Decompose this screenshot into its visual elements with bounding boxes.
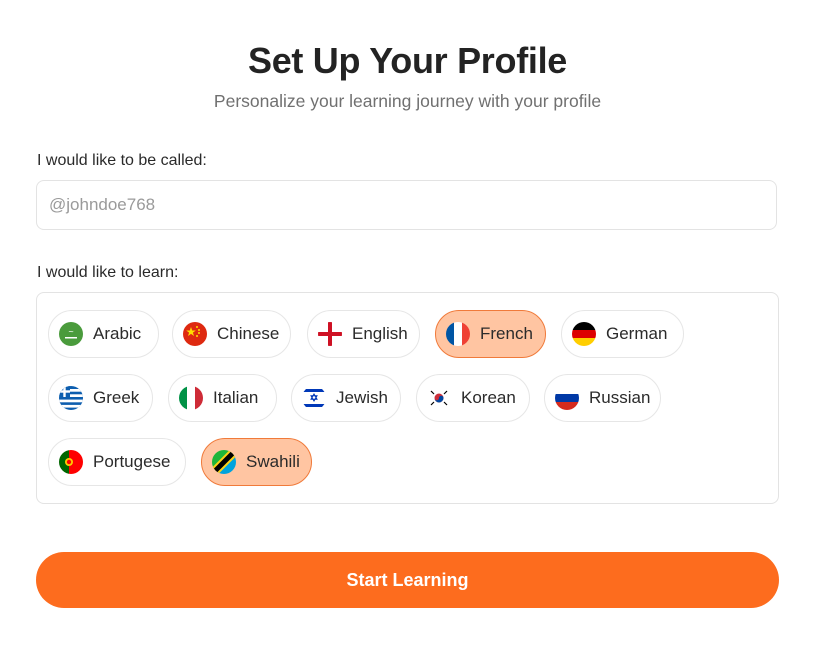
israel-flag-icon	[302, 386, 326, 410]
language-chip-russian[interactable]: Russian	[544, 374, 661, 422]
germany-flag-icon	[572, 322, 596, 346]
language-chip-italian[interactable]: Italian	[168, 374, 277, 422]
svg-text:~: ~	[68, 328, 74, 336]
language-chip-korean[interactable]: Korean	[416, 374, 530, 422]
greece-flag-icon	[59, 386, 83, 410]
page-title: Set Up Your Profile	[247, 40, 568, 81]
italy-flag-icon	[179, 386, 203, 410]
language-label: Portugese	[93, 452, 171, 471]
language-label: Russian	[589, 388, 651, 407]
page-subtitle: Personalize your learning journey with y…	[213, 91, 602, 111]
language-chip-portugese[interactable]: Portugese	[48, 438, 186, 486]
start-learning-button[interactable]: Start Learning	[36, 552, 779, 608]
language-chip-german[interactable]: German	[561, 310, 684, 358]
language-label: Swahili	[246, 452, 300, 471]
language-chip-swahili[interactable]: Swahili	[201, 438, 312, 486]
language-label: English	[352, 324, 408, 343]
language-label: French	[480, 324, 533, 343]
username-input[interactable]	[36, 180, 777, 230]
england-flag-icon	[318, 322, 342, 346]
portugal-flag-icon	[59, 450, 83, 474]
language-chip-chinese[interactable]: Chinese	[172, 310, 291, 358]
language-label: Arabic	[93, 324, 142, 343]
language-chip-arabic[interactable]: ~ Arabic	[48, 310, 159, 358]
language-chip-english[interactable]: English	[307, 310, 420, 358]
russia-flag-icon	[555, 386, 579, 410]
name-label: I would like to be called:	[37, 152, 207, 169]
language-chip-french[interactable]: French	[435, 310, 546, 358]
language-label: Italian	[213, 388, 259, 407]
language-label: Greek	[93, 388, 140, 407]
south-korea-flag-icon	[427, 386, 451, 410]
learn-label: I would like to learn:	[37, 264, 179, 281]
china-flag-icon	[183, 322, 207, 346]
saudi-arabia-flag-icon: ~	[59, 322, 83, 346]
language-chip-jewish[interactable]: Jewish	[291, 374, 401, 422]
language-label: Jewish	[336, 388, 388, 407]
tanzania-flag-icon	[212, 450, 236, 474]
language-label: Chinese	[217, 324, 280, 343]
language-label: Korean	[461, 388, 516, 407]
language-chip-greek[interactable]: Greek	[48, 374, 153, 422]
france-flag-icon	[446, 322, 470, 346]
language-selector: ~ Arabic Chinese English French German G…	[36, 292, 779, 504]
language-label: German	[606, 324, 668, 343]
